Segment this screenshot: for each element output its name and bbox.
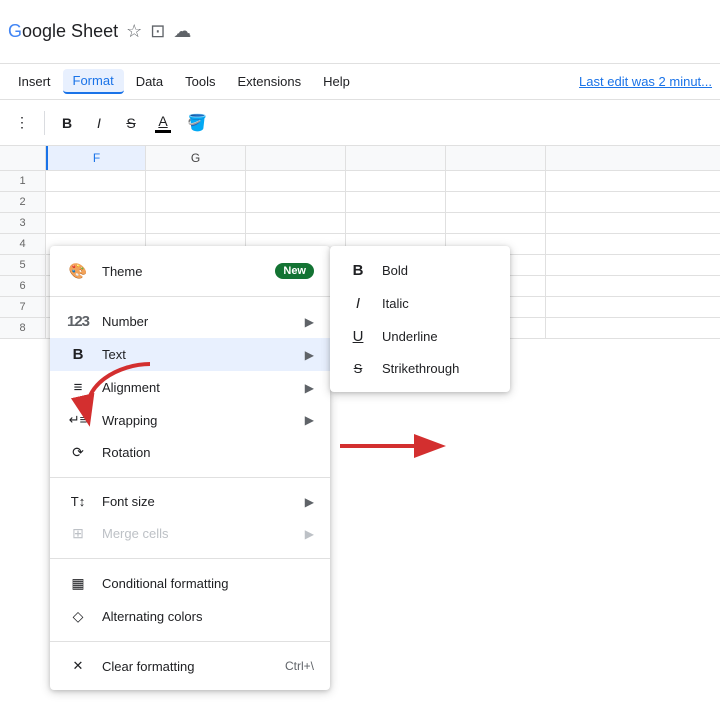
menu-bar: Insert Format Data Tools Extensions Help… bbox=[0, 64, 720, 100]
menu-tools[interactable]: Tools bbox=[175, 70, 225, 93]
bold-icon: B bbox=[346, 262, 370, 279]
theme-label: Theme bbox=[102, 264, 275, 279]
alt-colors-icon: ◇ bbox=[66, 608, 90, 625]
format-menu-item-conditional[interactable]: ▦ Conditional formatting bbox=[50, 567, 330, 600]
theme-icon: 🎨 bbox=[66, 262, 90, 280]
table-row: 3 bbox=[0, 213, 720, 234]
format-menu-item-alt-colors[interactable]: ◇ Alternating colors bbox=[50, 600, 330, 633]
format-menu-item-rotation[interactable]: ⟳ Rotation bbox=[50, 436, 330, 469]
table-row: 2 bbox=[0, 192, 720, 213]
text-label: Text bbox=[102, 347, 305, 362]
column-headers: F G bbox=[0, 146, 720, 171]
last-edit-text[interactable]: Last edit was 2 minut... bbox=[579, 74, 712, 89]
menu-divider-1 bbox=[50, 296, 330, 297]
alt-colors-label: Alternating colors bbox=[102, 609, 314, 624]
italic-icon: I bbox=[346, 295, 370, 312]
annotation-arrow-2 bbox=[330, 416, 450, 476]
italic-label: Italic bbox=[382, 296, 409, 311]
format-menu-item-wrapping[interactable]: ↵≡ Wrapping ▶ bbox=[50, 404, 330, 436]
app-title: Google Sheet bbox=[8, 21, 118, 42]
underline-icon: U bbox=[346, 328, 370, 345]
alignment-icon: ≡ bbox=[66, 379, 90, 396]
menu-divider-2 bbox=[50, 477, 330, 478]
col-header-h[interactable] bbox=[246, 146, 346, 170]
format-menu-item-merge-cells[interactable]: ⊞ Merge cells ▶ bbox=[50, 517, 330, 550]
spreadsheet-grid: F G 1 2 3 4 5 6 7 8 🎨 Theme New 123 Numb… bbox=[0, 146, 720, 708]
toolbar-italic-btn[interactable]: I bbox=[85, 109, 113, 137]
star-icon[interactable]: ☆ bbox=[126, 21, 142, 42]
format-menu-item-clear[interactable]: ✕ Clear formatting Ctrl+\ bbox=[50, 650, 330, 682]
text-submenu-underline[interactable]: U Underline bbox=[330, 320, 510, 353]
underline-label: A bbox=[158, 113, 167, 129]
toolbar-more-btn[interactable]: ⋮ bbox=[8, 109, 36, 137]
toolbar-bold-btn[interactable]: B bbox=[53, 109, 81, 137]
table-row: 1 bbox=[0, 171, 720, 192]
menu-divider-3 bbox=[50, 558, 330, 559]
clear-fmt-label: Clear formatting bbox=[102, 659, 285, 674]
font-size-icon: T↕ bbox=[66, 494, 90, 509]
toolbar: ⋮ B I S A 🪣 bbox=[0, 100, 720, 146]
number-icon: 123 bbox=[66, 313, 90, 330]
clear-fmt-shortcut: Ctrl+\ bbox=[285, 659, 314, 673]
font-size-label: Font size bbox=[102, 494, 305, 509]
top-bar: Google Sheet ☆ ⊡ ☁ bbox=[0, 0, 720, 64]
menu-insert[interactable]: Insert bbox=[8, 70, 61, 93]
wrapping-arrow-icon: ▶ bbox=[305, 413, 314, 427]
menu-extensions[interactable]: Extensions bbox=[228, 70, 312, 93]
toolbar-divider-1 bbox=[44, 111, 45, 135]
text-submenu-strikethrough[interactable]: S Strikethrough bbox=[330, 353, 510, 384]
col-header-g[interactable]: G bbox=[146, 146, 246, 170]
toolbar-paint-btn[interactable]: 🪣 bbox=[181, 109, 213, 137]
title-icons: ☆ ⊡ ☁ bbox=[126, 21, 191, 42]
text-submenu-bold[interactable]: B Bold bbox=[330, 254, 510, 287]
number-arrow-icon: ▶ bbox=[305, 315, 314, 329]
col-header-j[interactable] bbox=[446, 146, 546, 170]
alignment-label: Alignment bbox=[102, 380, 305, 395]
underline-label: Underline bbox=[382, 329, 438, 344]
rotation-label: Rotation bbox=[102, 445, 314, 460]
strikethrough-icon: S bbox=[346, 361, 370, 376]
format-menu-item-alignment[interactable]: ≡ Alignment ▶ bbox=[50, 371, 330, 404]
text-arrow-icon: ▶ bbox=[305, 348, 314, 362]
format-menu-item-theme[interactable]: 🎨 Theme New bbox=[50, 254, 330, 288]
rotation-icon: ⟳ bbox=[66, 444, 90, 461]
format-menu-item-font-size[interactable]: T↕ Font size ▶ bbox=[50, 486, 330, 517]
merge-cells-arrow-icon: ▶ bbox=[305, 527, 314, 541]
row-num-header bbox=[0, 146, 46, 170]
new-badge: New bbox=[275, 263, 314, 279]
text-submenu-italic[interactable]: I Italic bbox=[330, 287, 510, 320]
toolbar-strikethrough-btn[interactable]: S bbox=[117, 109, 145, 137]
underline-bar bbox=[155, 130, 171, 133]
col-header-i[interactable] bbox=[346, 146, 446, 170]
wrapping-label: Wrapping bbox=[102, 413, 305, 428]
merge-cells-label: Merge cells bbox=[102, 526, 305, 541]
menu-format[interactable]: Format bbox=[63, 69, 124, 94]
text-submenu: B Bold I Italic U Underline S Strikethro… bbox=[330, 246, 510, 392]
format-dropdown-menu: 🎨 Theme New 123 Number ▶ B Text ▶ ≡ Alig… bbox=[50, 246, 330, 690]
merge-cells-icon: ⊞ bbox=[66, 525, 90, 542]
wrapping-icon: ↵≡ bbox=[66, 412, 90, 428]
clear-fmt-icon: ✕ bbox=[66, 658, 90, 674]
conditional-label: Conditional formatting bbox=[102, 576, 314, 591]
folder-icon[interactable]: ⊡ bbox=[150, 21, 165, 42]
toolbar-underline-btn[interactable]: A bbox=[149, 111, 177, 135]
menu-divider-4 bbox=[50, 641, 330, 642]
alignment-arrow-icon: ▶ bbox=[305, 381, 314, 395]
font-size-arrow-icon: ▶ bbox=[305, 495, 314, 509]
conditional-icon: ▦ bbox=[66, 575, 90, 592]
menu-help[interactable]: Help bbox=[313, 70, 360, 93]
number-label: Number bbox=[102, 314, 305, 329]
cloud-icon[interactable]: ☁ bbox=[173, 21, 191, 42]
menu-data[interactable]: Data bbox=[126, 70, 173, 93]
bold-label: Bold bbox=[382, 263, 408, 278]
format-menu-item-text[interactable]: B Text ▶ bbox=[50, 338, 330, 371]
text-bold-icon: B bbox=[66, 346, 90, 363]
col-header-f[interactable]: F bbox=[46, 146, 146, 170]
format-menu-item-number[interactable]: 123 Number ▶ bbox=[50, 305, 330, 338]
strikethrough-label: Strikethrough bbox=[382, 361, 459, 376]
